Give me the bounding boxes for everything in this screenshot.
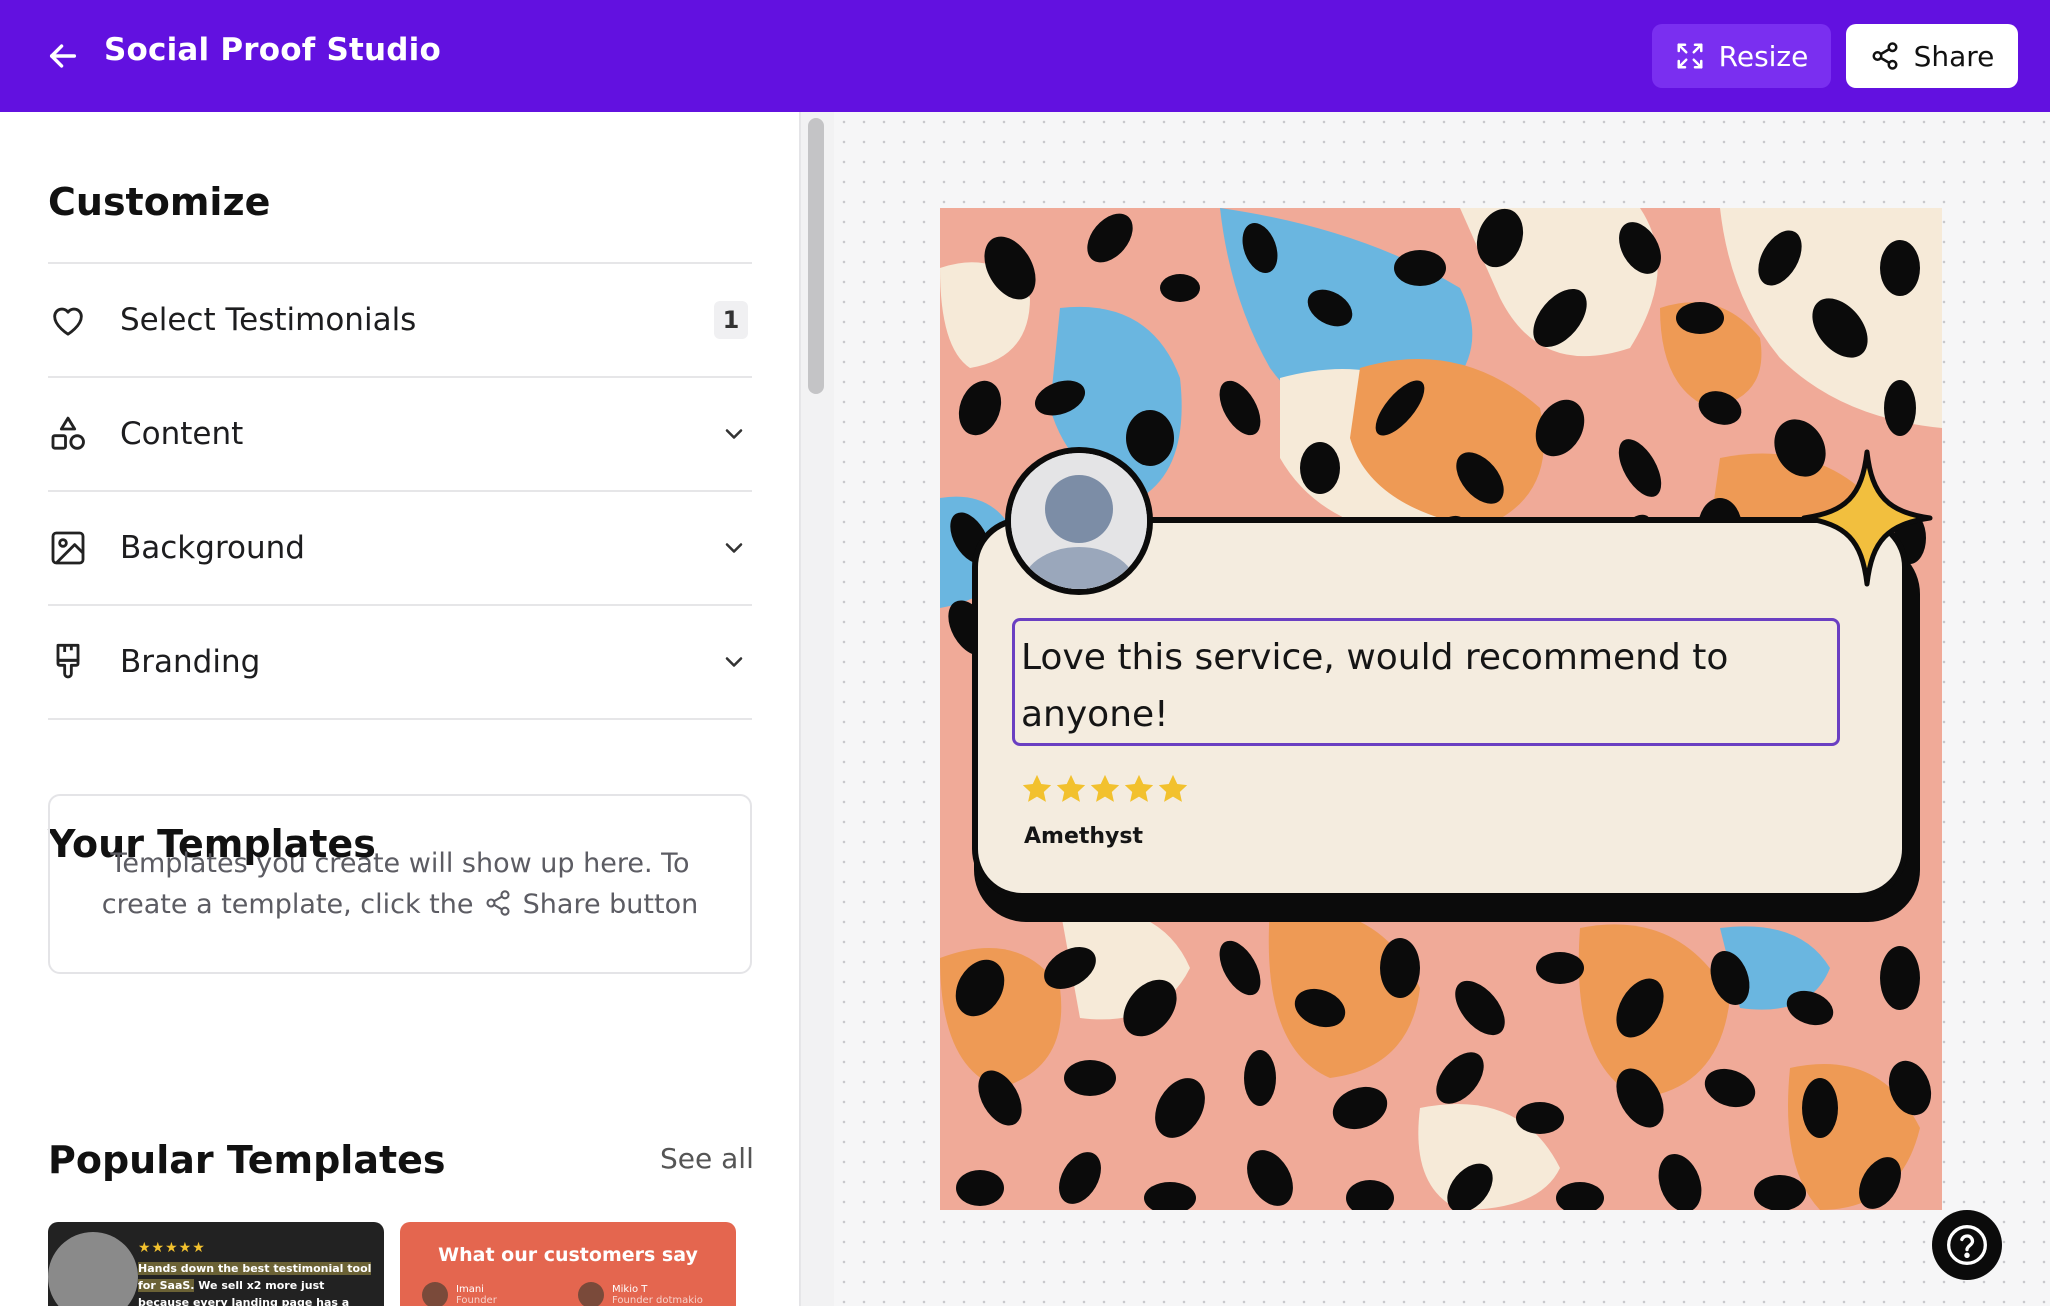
menu-item-label: Content (120, 416, 244, 452)
share-button[interactable]: Share (1846, 24, 2018, 88)
menu-item-content[interactable]: Content (48, 376, 752, 490)
star-icon (1124, 774, 1154, 802)
customize-title: Customize (48, 180, 271, 224)
paintbrush-icon (48, 642, 88, 682)
template-stars: ★★★★★ (138, 1240, 206, 1256)
share-icon (1872, 42, 1898, 70)
menu-item-label: Select Testimonials (120, 302, 417, 338)
expand-icon (1677, 43, 1703, 69)
menu-item-background[interactable]: Background (48, 490, 752, 604)
star-icon (1056, 774, 1086, 802)
popular-templates-title: Popular Templates (48, 1138, 446, 1182)
chevron-down-icon (725, 543, 743, 553)
sidebar-scrollbar-thumb[interactable] (808, 118, 824, 394)
question-icon (1947, 1225, 1987, 1265)
chevron-down-icon (725, 429, 743, 439)
image-icon (48, 528, 88, 568)
avatar (578, 1282, 604, 1306)
customize-sidebar: Customize Select Testimonials 1 Content … (0, 112, 800, 1306)
arrow-left-icon (49, 44, 77, 68)
app-title: Social Proof Studio (104, 32, 441, 68)
shapes-icon (48, 414, 88, 454)
menu-item-branding[interactable]: Branding (48, 604, 752, 718)
sparkle-icon (1801, 449, 1933, 587)
testimonial-author: Amethyst (1024, 824, 1144, 849)
menu-item-label: Branding (120, 644, 261, 680)
menu-divider (48, 718, 752, 720)
rating-stars (1020, 772, 1190, 806)
back-button[interactable] (40, 33, 86, 79)
template-quote: Hands down the best testimonial tool for… (138, 1262, 372, 1306)
share-button-label: Share (1913, 39, 1995, 73)
chevron-down-icon (725, 657, 743, 667)
testimonial-count-badge: 1 (714, 301, 748, 339)
see-all-link[interactable]: See all (660, 1142, 754, 1175)
star-icon (1022, 774, 1052, 802)
popular-template-card[interactable]: ★★★★★ Hands down the best testimonial to… (48, 1222, 384, 1306)
user-placeholder-icon (1011, 453, 1147, 589)
avatar[interactable] (1011, 453, 1147, 589)
empty-state-share-text: Share button (522, 889, 699, 920)
menu-item-label: Background (120, 530, 305, 566)
template-person: Mikio T Founder dotmakio (578, 1282, 703, 1306)
popular-template-card[interactable]: What our customers say Imani Founder Miki… (400, 1222, 736, 1306)
menu-item-select-testimonials[interactable]: Select Testimonials 1 (48, 262, 752, 376)
templates-empty-state: Templates you create will show up here. … (48, 794, 752, 974)
template-person: Imani Founder (422, 1282, 497, 1306)
share-icon (486, 890, 510, 916)
avatar (422, 1282, 448, 1306)
resize-button[interactable]: Resize (1652, 24, 1831, 88)
resize-button-label: Resize (1718, 39, 1809, 73)
template-title: What our customers say (438, 1244, 698, 1266)
top-bar: Social Proof Studio Resize Share (0, 0, 2050, 112)
heart-icon (48, 300, 88, 340)
testimonial-quote[interactable]: Love this service, would recommend to an… (1012, 618, 1840, 746)
help-button[interactable] (1932, 1210, 2002, 1280)
star-icon (1090, 774, 1120, 802)
star-icon (1158, 774, 1188, 802)
template-avatar (48, 1232, 138, 1306)
